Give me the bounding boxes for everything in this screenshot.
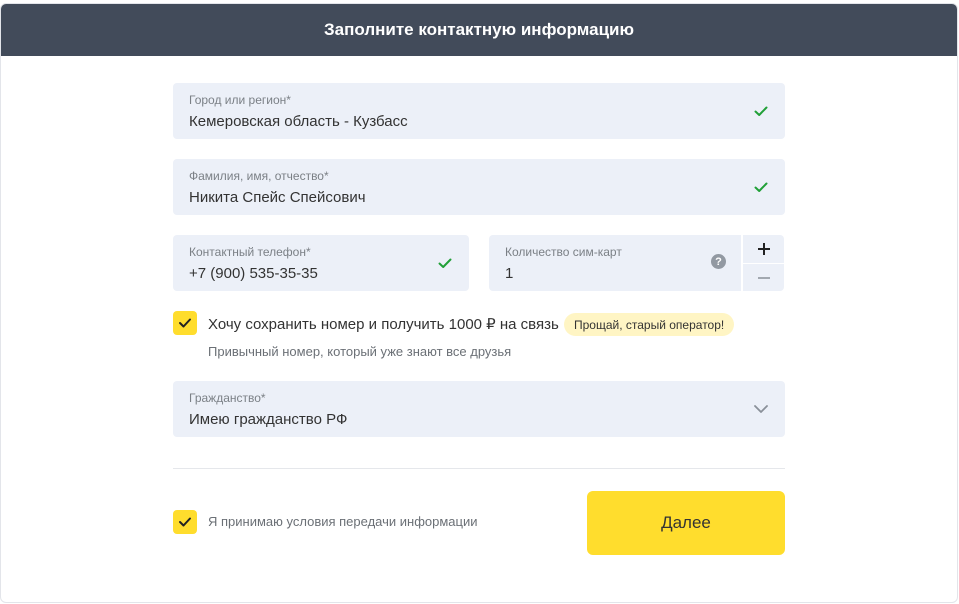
divider [173,468,785,469]
chevron-down-icon [754,405,768,413]
form-header: Заполните контактную информацию [1,4,957,56]
help-icon[interactable]: ? [711,254,726,269]
sim-count-label: Количество сим-карт [505,245,622,259]
keep-number-hint: Привычный номер, который уже знают все д… [208,344,512,359]
phone-value: +7 (900) 535-35-35 [189,265,318,282]
sim-decrement-button[interactable] [743,264,784,291]
operator-badge: Прощай, старый оператор! [564,313,735,336]
phone-label: Контактный телефон* [189,245,311,259]
sim-count-value: 1 [505,265,514,282]
form-title: Заполните контактную информацию [323,20,634,39]
sim-increment-button[interactable] [743,235,784,263]
phone-field[interactable]: Контактный телефон* +7 (900) 535-35-35 [173,235,469,291]
fullname-field[interactable]: Фамилия, имя, отчество* Никита Спейс Спе… [173,159,785,215]
sim-count-field[interactable]: Количество сим-карт 1 [489,235,741,291]
region-label: Город или регион* [189,93,291,107]
citizenship-label: Гражданство* [189,391,266,405]
checkbox-check-icon [179,517,191,527]
region-field[interactable]: Город или регион* Кемеровская область - … [173,83,785,139]
keep-number-label[interactable]: Хочу сохранить номер и получить 1000 ₽ н… [208,315,559,333]
citizenship-value: Имею гражданство РФ [189,411,348,428]
check-icon [754,106,768,116]
minus-icon [757,276,770,279]
check-icon [438,258,452,268]
checkbox-check-icon [179,318,191,328]
keep-number-checkbox[interactable] [173,311,197,335]
fullname-value: Никита Спейс Спейсович [189,189,366,206]
check-icon [754,182,768,192]
plus-icon [757,243,770,255]
terms-label[interactable]: Я принимаю условия передачи информации [208,514,478,529]
region-value: Кемеровская область - Кузбасс [189,113,408,130]
terms-checkbox[interactable] [173,510,197,534]
next-button[interactable]: Далее [587,491,785,555]
citizenship-select[interactable]: Гражданство* Имею гражданство РФ [173,381,785,437]
fullname-label: Фамилия, имя, отчество* [189,169,329,183]
